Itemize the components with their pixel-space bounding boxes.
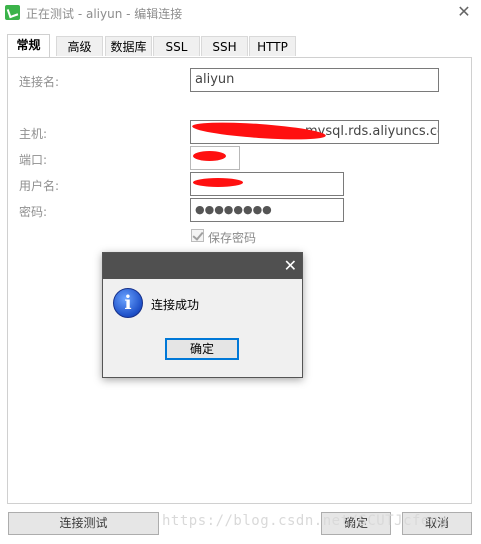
dialog-title-bar: ✕	[103, 253, 302, 279]
window-title: 正在测试 - aliyun - 编辑连接	[26, 7, 183, 21]
password-label: 密码:	[19, 205, 48, 219]
save-password-label: 保存密码	[208, 231, 257, 245]
dialog-close-button[interactable]: ✕	[284, 256, 297, 276]
port-label: 端口:	[19, 153, 48, 167]
tab-database[interactable]: 数据库	[105, 36, 152, 56]
tab-general[interactable]: 常规	[7, 34, 50, 58]
redaction-mark	[193, 151, 226, 161]
dialog-message: 连接成功	[151, 298, 200, 312]
connection-success-dialog: ✕ i 连接成功 确定	[102, 252, 303, 378]
info-icon: i	[113, 288, 143, 318]
app-logo-icon	[5, 5, 20, 20]
host-label: 主机:	[19, 127, 48, 141]
dialog-ok-button[interactable]: 确定	[165, 338, 239, 360]
connection-name-label: 连接名:	[19, 75, 60, 89]
tab-ssl[interactable]: SSL	[153, 36, 200, 56]
tab-ssh[interactable]: SSH	[201, 36, 248, 56]
watermark: https://blog.csdn.net/SCUTJcfeng	[162, 513, 448, 529]
redaction-mark	[193, 178, 243, 187]
window-close-button[interactable]: ✕	[455, 3, 473, 21]
title-bar: 正在测试 - aliyun - 编辑连接 ✕	[0, 0, 481, 26]
connection-name-input[interactable]: aliyun	[190, 68, 439, 92]
tab-advanced[interactable]: 高级	[56, 36, 103, 56]
username-label: 用户名:	[19, 179, 60, 193]
save-password-checkbox[interactable]	[191, 229, 204, 242]
password-input[interactable]: ●●●●●●●●	[190, 198, 344, 222]
test-connection-button[interactable]: 连接测试	[8, 512, 159, 535]
tab-http[interactable]: HTTP	[249, 36, 296, 56]
host-value: mysql.rds.aliyuncs.com	[305, 124, 438, 139]
